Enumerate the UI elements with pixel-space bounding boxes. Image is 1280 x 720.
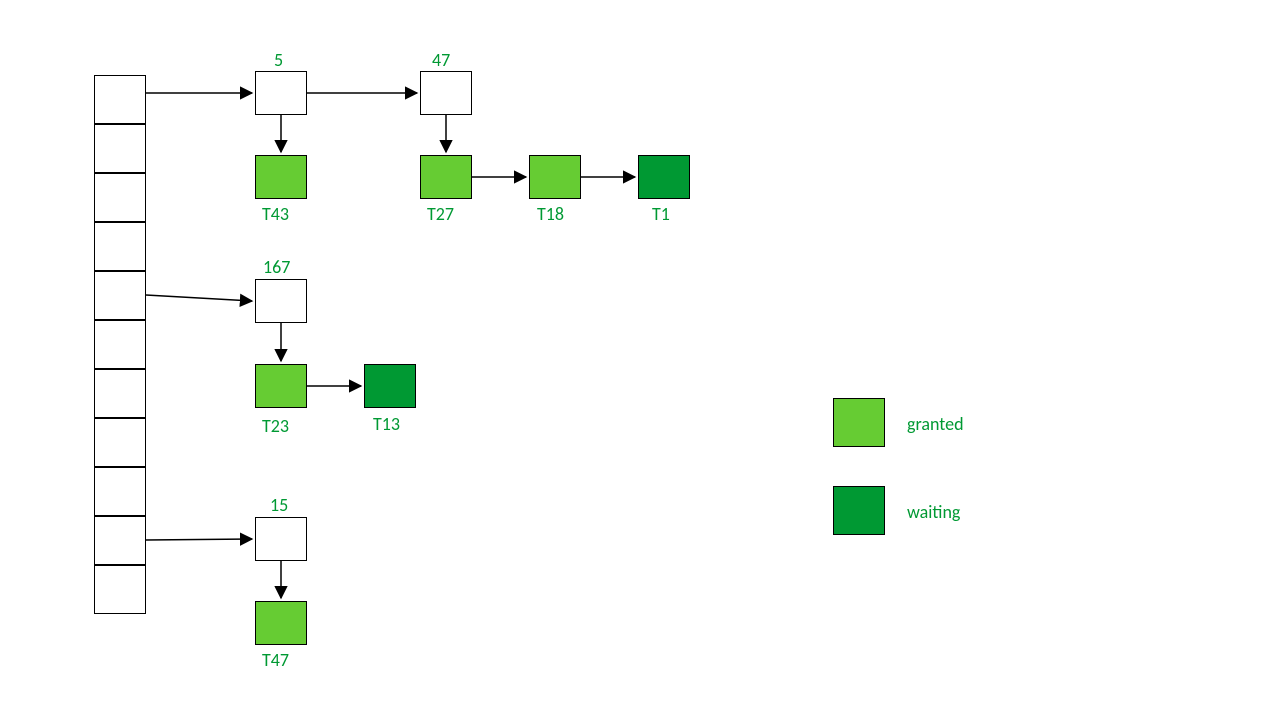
hash-row: [94, 516, 146, 565]
bucket-node: [420, 71, 472, 115]
lock-node-waiting: [364, 364, 416, 408]
lock-node-granted: [529, 155, 581, 199]
lock-label: T27: [427, 203, 454, 225]
bucket-key-label: 15: [270, 494, 288, 516]
legend-swatch-granted: [833, 398, 885, 447]
lock-node-granted: [255, 601, 307, 645]
legend-swatch-waiting: [833, 486, 885, 535]
diagram-stage: 5 T43 47 T27 T18 T1 167 T23 T13 15 T47 g…: [0, 0, 1280, 720]
hash-row: [94, 369, 146, 418]
arrows-layer: [0, 0, 1280, 720]
hash-row: [94, 565, 146, 614]
lock-label: T13: [373, 413, 400, 435]
lock-label: T1: [652, 203, 670, 225]
hash-row: [94, 467, 146, 516]
lock-node-granted: [255, 155, 307, 199]
lock-node-waiting: [638, 155, 690, 199]
hash-row: [94, 124, 146, 173]
lock-label: T23: [262, 415, 289, 437]
hash-row: [94, 222, 146, 271]
bucket-node: [255, 71, 307, 115]
lock-node-granted: [255, 364, 307, 408]
bucket-key-label: 47: [432, 49, 450, 71]
legend-label-granted: granted: [907, 413, 964, 435]
bucket-key-label: 5: [274, 49, 283, 71]
lock-label: T18: [537, 203, 564, 225]
bucket-node: [255, 517, 307, 561]
lock-label: T43: [262, 203, 289, 225]
hash-row: [94, 418, 146, 467]
lock-label: T47: [262, 649, 289, 671]
lock-node-granted: [420, 155, 472, 199]
hash-row: [94, 173, 146, 222]
bucket-key-label: 167: [263, 256, 290, 278]
hash-row: [94, 271, 146, 320]
legend-label-waiting: waiting: [907, 501, 960, 523]
hash-row: [94, 320, 146, 369]
hash-row: [94, 75, 146, 124]
bucket-node: [255, 279, 307, 323]
